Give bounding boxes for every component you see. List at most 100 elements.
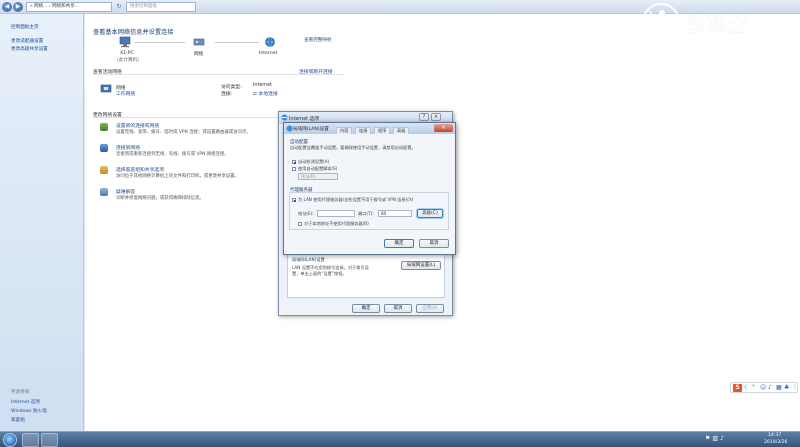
divider (93, 117, 278, 118)
task-new-connection[interactable]: 设置新的连接或网络 (116, 122, 159, 129)
lan-group-text-2: 置，单击上面的“设置”按钮。 (292, 271, 347, 276)
taskbar-internet-explorer[interactable] (41, 433, 58, 447)
map-connector-line (215, 42, 259, 43)
clock-date[interactable]: 2019/3/26 (764, 440, 788, 445)
proxy-address-field[interactable] (317, 210, 355, 217)
sidebar-home-link[interactable]: 控制面板主页 (11, 24, 39, 30)
system-tray[interactable]: ⚑▥♪ (705, 435, 726, 442)
see-also-heading: 另请参阅 (11, 390, 30, 395)
local-connection-label: 本地连接 (258, 92, 278, 97)
forward-button[interactable]: ▶ (13, 2, 23, 12)
connection-link[interactable]: ⇄ 本地连接 (253, 90, 278, 97)
close-button[interactable]: ✕ (434, 124, 453, 132)
sogou-icon[interactable]: S (733, 384, 742, 392)
network-type-link[interactable]: 工作网络 (116, 90, 135, 97)
sidebar: 控制面板主页 更改适配器设置 更改高级共享设置 另请参阅 Internet 选项… (0, 14, 84, 431)
lan-group-title: 局域网(LAN)设置 (292, 257, 325, 262)
tab-programs[interactable]: 程序 (374, 127, 391, 134)
access-type-label: 访问类型: (221, 85, 242, 90)
use-proxy-label: 为 LAN 使用代理服务器(这些设置不用于拨号或 VPN 连接)(X) (298, 197, 414, 202)
dialog-title: 局域网(LAN)设置 (293, 127, 329, 132)
task-troubleshoot-desc: 诊断并修复网络问题，或获得故障排除信息。 (116, 196, 204, 201)
smile-icon[interactable]: ☺ (760, 384, 766, 392)
start-button[interactable] (3, 433, 17, 447)
node-sublabel-pc: (此计算机) (117, 58, 139, 63)
auto-config-desc: 自动配置会覆盖手动设置。要确保使用手动设置，请禁用自动配置。 (290, 145, 416, 150)
bypass-local-checkbox[interactable] (298, 222, 302, 226)
taskbar-network-center[interactable] (22, 433, 39, 447)
clock-time[interactable]: 14:37 (768, 433, 781, 438)
keyboard-icon[interactable]: ▦ (776, 384, 782, 392)
shirt-icon[interactable]: ♣ (784, 384, 789, 392)
back-button[interactable]: ◀ (2, 2, 12, 12)
refresh-icon: ↻ (116, 3, 122, 10)
task-homegroup-desc: 访问位于其他网络计算机上的文件和打印机，或更改共享设置。 (116, 174, 239, 179)
divider (93, 74, 343, 75)
tab-content[interactable]: 内容 (336, 127, 353, 134)
task-connect-network-desc: 连接到或重新连接到无线、有线、拨号或 VPN 网络连接。 (116, 152, 229, 157)
watermark: 云骑士 (636, 2, 796, 42)
homegroup-icon (100, 166, 108, 174)
cancel-button[interactable]: 取消 (384, 304, 412, 313)
task-homegroup[interactable]: 选择家庭组和共享选项 (116, 166, 164, 173)
auto-script-label: 使用自动配置脚本(S) (298, 166, 338, 171)
nav-buttons: ◀ ▶ (2, 2, 24, 12)
punctuation-icon[interactable]: ° (752, 384, 755, 392)
microphone-icon[interactable]: ♪ (768, 384, 772, 392)
ok-button[interactable]: 确定 (384, 239, 414, 248)
ime-toolbar: S ☾ ° ☺ ♪ ▦ ♣ ⋮ (730, 382, 798, 393)
auto-detect-checkbox[interactable] (292, 160, 296, 164)
sidebar-link-homegroup[interactable]: 家庭组 (11, 417, 25, 423)
proxy-address-label: 地址(E): (298, 211, 314, 216)
page-title: 查看基本网络信息并设置连接 (93, 29, 174, 36)
lan-settings-button[interactable]: 局域网设置(L) (401, 261, 441, 270)
refresh-button[interactable]: ↻ (114, 2, 124, 12)
taskbar: ⚑▥♪ 14:37 2019/3/26 (0, 431, 800, 447)
watermark-text: 云骑士 (686, 14, 750, 36)
lan-settings-dialog: 局域网(LAN)设置 内容 连接 程序 高级 ✕ 自动配置 自动配置会覆盖手动设… (283, 122, 456, 255)
forward-arrow-icon: ▶ (15, 3, 21, 10)
internet-explorer-icon (281, 114, 288, 121)
knight-logo-icon (642, 3, 680, 41)
view-full-map-link[interactable]: 查看完整映射 (304, 37, 332, 43)
proxy-port-label: 端口(T): (358, 211, 374, 216)
tab-advanced[interactable]: 高级 (393, 127, 410, 134)
sidebar-link-adapter[interactable]: 更改适配器设置 (11, 38, 43, 44)
task-new-connection-desc: 设置无线、宽带、拨号、临时或 VPN 连接；或设置路由器或访问点。 (116, 130, 251, 135)
dialog-titlebar: 局域网(LAN)设置 内容 连接 程序 高级 ✕ (284, 123, 455, 134)
sidebar-link-internet-options[interactable]: Internet 选项 (11, 399, 40, 405)
node-label-network: 网络 (194, 52, 204, 57)
proxy-advanced-button[interactable]: 高级(C) (417, 209, 443, 218)
new-connection-icon (100, 123, 108, 131)
network-settings-icon (286, 125, 293, 132)
troubleshoot-icon (100, 188, 108, 196)
tab-connections[interactable]: 连接 (355, 127, 372, 134)
apply-button[interactable]: 应用(A) (416, 304, 444, 313)
volume-icon[interactable]: ♪ (720, 435, 726, 442)
lan-settings-group: 局域网(LAN)设置 LAN 设置不应用到拨号连接。对于拨号设 置，单击上面的“… (287, 254, 445, 298)
task-connect-network[interactable]: 连接到网络 (116, 144, 140, 151)
script-address-field[interactable]: 地址(R) (298, 173, 338, 180)
globe-icon (265, 37, 275, 47)
sidebar-link-sharing[interactable]: 更改高级共享设置 (11, 46, 48, 52)
task-troubleshoot[interactable]: 疑难解答 (116, 188, 135, 195)
work-network-icon (100, 84, 112, 93)
node-label-internet: Internet (259, 51, 278, 56)
map-connector-line (135, 42, 185, 43)
help-button[interactable]: ? (419, 113, 429, 121)
search-input[interactable]: 搜索控制面板 (126, 2, 196, 12)
network-tray-icon[interactable]: ▥ (712, 435, 720, 442)
menu-icon[interactable]: ⋮ (792, 384, 798, 392)
moon-icon[interactable]: ☾ (744, 384, 749, 392)
back-arrow-icon: ◀ (4, 3, 10, 10)
connect-network-icon (100, 144, 108, 152)
proxy-port-field[interactable]: 80 (378, 210, 412, 217)
auto-script-checkbox[interactable] (292, 167, 296, 171)
use-proxy-checkbox[interactable] (292, 198, 296, 202)
address-bar[interactable]: « 网络... › 网络和共享... (26, 2, 112, 12)
cancel-button[interactable]: 取消 (419, 239, 449, 248)
sidebar-link-firewall[interactable]: Windows 防火墙 (11, 408, 47, 414)
ok-button[interactable]: 确定 (352, 304, 380, 313)
close-button[interactable]: ✕ (431, 113, 441, 121)
bypass-local-label: 对于本地地址不使用代理服务器(B) (304, 221, 369, 226)
